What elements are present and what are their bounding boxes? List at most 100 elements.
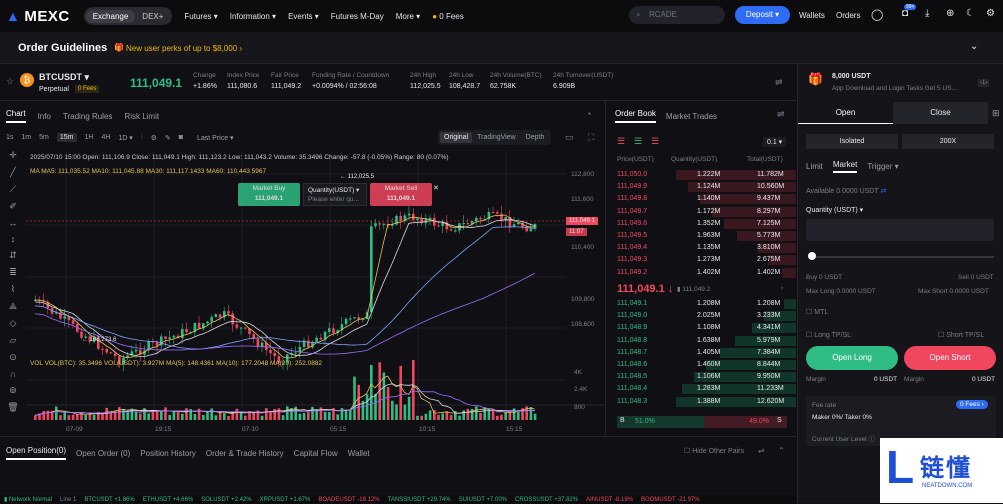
order-type-limit[interactable]: Limit <box>806 162 823 171</box>
price-type-select[interactable]: Last Price ▾ <box>197 134 234 142</box>
tab-trading-rules[interactable]: Trading Rules <box>63 112 113 121</box>
interval-1h[interactable]: 1H <box>85 134 94 141</box>
dex-tab[interactable]: DEX+ <box>135 10 170 23</box>
deposit-button[interactable]: Deposit ▾ <box>735 6 790 24</box>
orders-link[interactable]: Orders <box>836 11 860 20</box>
tab-open[interactable]: Open <box>798 102 893 124</box>
view-depth[interactable]: Depth <box>521 132 550 143</box>
orderbook-row[interactable]: 111,049.3 1.273M 2.675M <box>607 254 796 266</box>
orderbook-row[interactable]: 111,048.9 1.108M 4.341M <box>607 322 796 334</box>
interval-5m[interactable]: 5m <box>39 134 49 141</box>
new-user-perk-link[interactable]: New user perks of up to $8,000 › <box>126 44 242 53</box>
symbol-name[interactable]: BTCUSDT ▾ <box>39 72 89 83</box>
mtl-checkbox[interactable]: ☐ MTL <box>806 308 828 316</box>
orderbook-row[interactable]: 111,048.6 1.460M 8.844M <box>607 359 796 371</box>
layout-settings-icon[interactable]: ⇌ <box>758 446 765 455</box>
interval-4h[interactable]: 4H <box>101 134 110 141</box>
panel-expand-icon[interactable]: ⌃ <box>778 446 785 455</box>
tab-market-trades[interactable]: Market Trades <box>666 112 717 121</box>
orderbook-row[interactable]: 111,049.4 1.135M 3.810M <box>607 242 796 254</box>
slider-handle[interactable] <box>808 252 816 260</box>
hide-other-pairs-checkbox[interactable]: ☐ Hide Other Pairs <box>684 447 744 455</box>
tape-item[interactable]: AINUSDT -8.19% <box>586 497 633 503</box>
nav-zero-fees[interactable]: ● 0 Fees <box>432 12 464 21</box>
nav-events[interactable]: Events ▾ <box>288 12 319 21</box>
tab-capital-flow[interactable]: Capital Flow <box>294 449 338 458</box>
orderbook-row[interactable]: 111,049.8 1.140M 9.437M <box>607 193 796 205</box>
theme-moon-icon[interactable]: ☾ <box>966 8 975 19</box>
zoom-icon[interactable]: ⊙ <box>9 352 17 363</box>
network-line[interactable]: Line 1 <box>60 497 76 503</box>
orderbook-row[interactable]: 111,049.6 1.352M 7.125M <box>607 218 796 230</box>
tab-chart[interactable]: Chart <box>6 109 26 123</box>
market-sell-button[interactable]: Market Sell 111,049.1 <box>370 183 432 206</box>
pen-icon[interactable]: ✐ <box>9 201 17 212</box>
quick-qty-input[interactable]: Please enter qu... <box>308 196 362 203</box>
calculator-icon[interactable]: ⊞ <box>992 108 1000 119</box>
tab-close[interactable]: Close <box>893 102 988 124</box>
collapse-chevron-icon[interactable]: ⌄ <box>970 41 978 52</box>
globe-icon[interactable]: ⊕ <box>946 8 954 19</box>
open-short-button[interactable]: Open Short <box>904 346 996 370</box>
view-original[interactable]: Original <box>440 132 473 143</box>
orderbook-row[interactable]: 111,048.8 1.638M 5.979M <box>607 335 796 347</box>
leverage-button[interactable]: 200X <box>902 134 994 149</box>
fib-icon[interactable]: ≣ <box>9 267 17 278</box>
orderbook-row[interactable]: 111,048.7 1.405M 7.384M <box>607 347 796 359</box>
crosshair-icon[interactable]: ✛ <box>9 150 17 161</box>
orderbook-row[interactable]: 111,048.4 1.283M 11.233M <box>607 383 796 395</box>
promo-subtitle[interactable]: App Download and Login Tasks Get 5 US... <box>832 85 957 92</box>
user-icon[interactable]: ◯ <box>871 8 883 21</box>
fee-badge[interactable]: 0 Fees › <box>956 400 988 409</box>
orderbook-row[interactable]: 111,049.1 1.208M 1.208M <box>607 298 796 310</box>
tab-position-history[interactable]: Position History <box>140 449 196 458</box>
quantity-unit-select[interactable]: Quantity (USDT) ▾ <box>806 206 863 214</box>
nav-more[interactable]: More ▾ <box>396 12 420 21</box>
book-asks-icon[interactable]: ☰ <box>651 136 659 147</box>
interval-15m[interactable]: 15m <box>56 133 77 142</box>
tab-wallet[interactable]: Wallet <box>348 449 370 458</box>
interval-1d[interactable]: 1D ▾ <box>118 134 132 142</box>
lock-icon[interactable]: ⊚ <box>9 385 17 396</box>
quick-qty-box[interactable]: Quantity(USDT) ▾ Please enter qu... <box>303 183 367 206</box>
favorite-star-icon[interactable]: ☆ <box>6 76 14 87</box>
tape-item[interactable]: CROSSUSDT +37.82% <box>515 497 578 503</box>
channel-icon[interactable]: ⇵ <box>9 250 17 261</box>
exchange-tab[interactable]: Exchange <box>85 9 136 23</box>
orderbook-row[interactable]: 111,048.3 1.388M 12.620M <box>607 396 796 408</box>
quantity-input[interactable] <box>806 219 994 241</box>
mid-more-icon[interactable]: › <box>781 285 783 292</box>
vertical-line-icon[interactable]: ↕ <box>11 234 16 244</box>
orderbook-row[interactable]: 111,049.2 1.402M 1.402M <box>607 267 796 279</box>
trend-line-icon[interactable]: ╱ <box>10 167 15 178</box>
screenshot-icon[interactable]: ◙ <box>179 134 183 141</box>
nav-futures-mday[interactable]: Futures M-Day <box>331 12 384 21</box>
text-icon[interactable]: ◇ <box>10 318 17 329</box>
tab-order-trade-history[interactable]: Order & Trade History <box>206 449 284 458</box>
nav-information[interactable]: Information ▾ <box>230 12 276 21</box>
promo-pager[interactable]: ‹1› <box>978 79 990 87</box>
orderbook-row[interactable]: 111,049.0 2.025M 3.233M <box>607 310 796 322</box>
interval-1s[interactable]: 1s <box>6 134 13 141</box>
horizontal-line-icon[interactable]: ↔ <box>9 218 18 228</box>
orderbook-row[interactable]: 111,050.0 1.222M 11.782M <box>607 169 796 181</box>
ruler-icon[interactable]: ▱ <box>10 335 17 346</box>
price-step-select[interactable]: 0.1 ▾ <box>763 137 787 147</box>
search-input[interactable]: ⌕ RCADE <box>629 6 725 24</box>
settings-icon[interactable]: ⚙ <box>151 134 157 142</box>
interval-1m[interactable]: 1m <box>21 134 31 141</box>
ray-icon[interactable]: ⟋ <box>10 184 16 195</box>
pattern-icon[interactable]: ⟁ <box>9 301 17 312</box>
long-tpsl-checkbox[interactable]: ☐ Long TP/SL <box>806 331 851 339</box>
close-quick-trade-icon[interactable]: ✕ <box>433 184 439 192</box>
tape-item[interactable]: ETHUSDT +4.66% <box>143 497 193 503</box>
tape-item[interactable]: TANSSIUSDT +29.74% <box>388 497 451 503</box>
tab-info[interactable]: Info <box>38 112 51 121</box>
tab-risk-limit[interactable]: Risk Limit <box>124 112 159 121</box>
short-tpsl-checkbox[interactable]: ☐ Short TP/SL <box>938 331 984 339</box>
chart-bell-icon[interactable]: ◔ <box>586 109 591 119</box>
tape-item[interactable]: SUIUSDT +7.00% <box>459 497 507 503</box>
wallets-link[interactable]: Wallets <box>799 11 825 20</box>
market-buy-button[interactable]: Market Buy 111,049.1 <box>238 183 300 206</box>
tape-item[interactable]: BOOMUSDT -21.97% <box>641 497 700 503</box>
